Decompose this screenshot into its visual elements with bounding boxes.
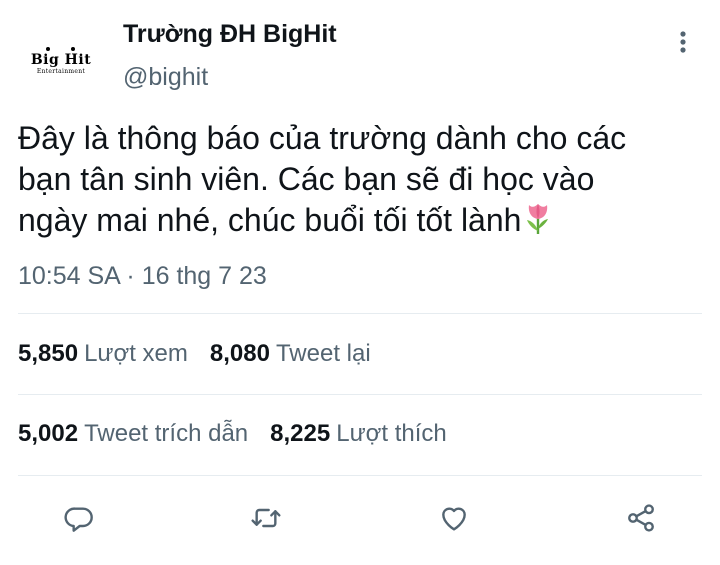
tweet-text-line-last: ngày mai nhé, chúc buổi tối tốt lành bbox=[18, 200, 698, 245]
tweet-detail: Big Hit Entertainment Trường ĐH BigHit @… bbox=[0, 0, 720, 565]
views-label: Lượt xem bbox=[84, 340, 188, 367]
tweet-text: Đây là thông báo của trường dành cho các… bbox=[18, 118, 698, 245]
tweet-text-line: Đây là thông báo của trường dành cho các bbox=[18, 120, 627, 156]
reply-icon bbox=[64, 507, 93, 532]
retweets-stat[interactable]: 8,080 Tweet lại bbox=[210, 340, 371, 368]
divider bbox=[18, 475, 702, 476]
likes-label: Lượt thích bbox=[336, 420, 447, 447]
likes-stat[interactable]: 8,225 Lượt thích bbox=[270, 420, 447, 448]
likes-count: 8,225 bbox=[270, 420, 331, 447]
tweet-text-line: bạn tân sinh viên. Các bạn sẽ đi học vào bbox=[18, 161, 595, 197]
reply-button[interactable] bbox=[59, 498, 99, 538]
tweet-timestamp[interactable]: 10:54 SA · 16 thg 7 23 bbox=[18, 262, 267, 291]
stats-row-1: 5,850 Lượt xem 8,080 Tweet lại bbox=[18, 340, 393, 368]
avatar-logo-main: Big Hit bbox=[30, 52, 92, 68]
retweets-label: Tweet lại bbox=[275, 340, 371, 367]
logo-dots bbox=[35, 47, 87, 53]
like-button[interactable] bbox=[434, 498, 474, 538]
views-stat[interactable]: 5,850 Lượt xem bbox=[18, 340, 188, 368]
like-icon bbox=[442, 507, 466, 531]
share-button[interactable] bbox=[621, 498, 661, 538]
tulip-emoji-icon bbox=[523, 201, 553, 245]
retweet-button[interactable] bbox=[246, 498, 286, 538]
views-count: 5,850 bbox=[18, 340, 79, 367]
quotes-label: Tweet trích dẫn bbox=[84, 420, 249, 447]
quotes-count: 5,002 bbox=[18, 420, 79, 447]
quotes-stat[interactable]: 5,002 Tweet trích dẫn bbox=[18, 420, 248, 448]
avatar[interactable]: Big Hit Entertainment bbox=[18, 18, 104, 104]
retweets-count: 8,080 bbox=[209, 340, 270, 367]
more-options-button[interactable] bbox=[670, 28, 696, 56]
author-handle[interactable]: @bighit bbox=[123, 63, 208, 92]
avatar-logo-sub: Entertainment bbox=[36, 68, 86, 75]
stats-row-2: 5,002 Tweet trích dẫn 8,225 Lượt thích bbox=[18, 420, 469, 448]
more-vertical-icon bbox=[680, 31, 686, 53]
tweet-text-line: ngày mai nhé, chúc buổi tối tốt lành bbox=[18, 202, 522, 238]
retweet-icon bbox=[251, 508, 281, 528]
action-bar bbox=[0, 494, 720, 540]
author-display-name[interactable]: Trường ĐH BigHit bbox=[123, 20, 337, 49]
share-icon bbox=[628, 504, 654, 532]
divider bbox=[18, 394, 702, 395]
divider bbox=[18, 313, 702, 314]
